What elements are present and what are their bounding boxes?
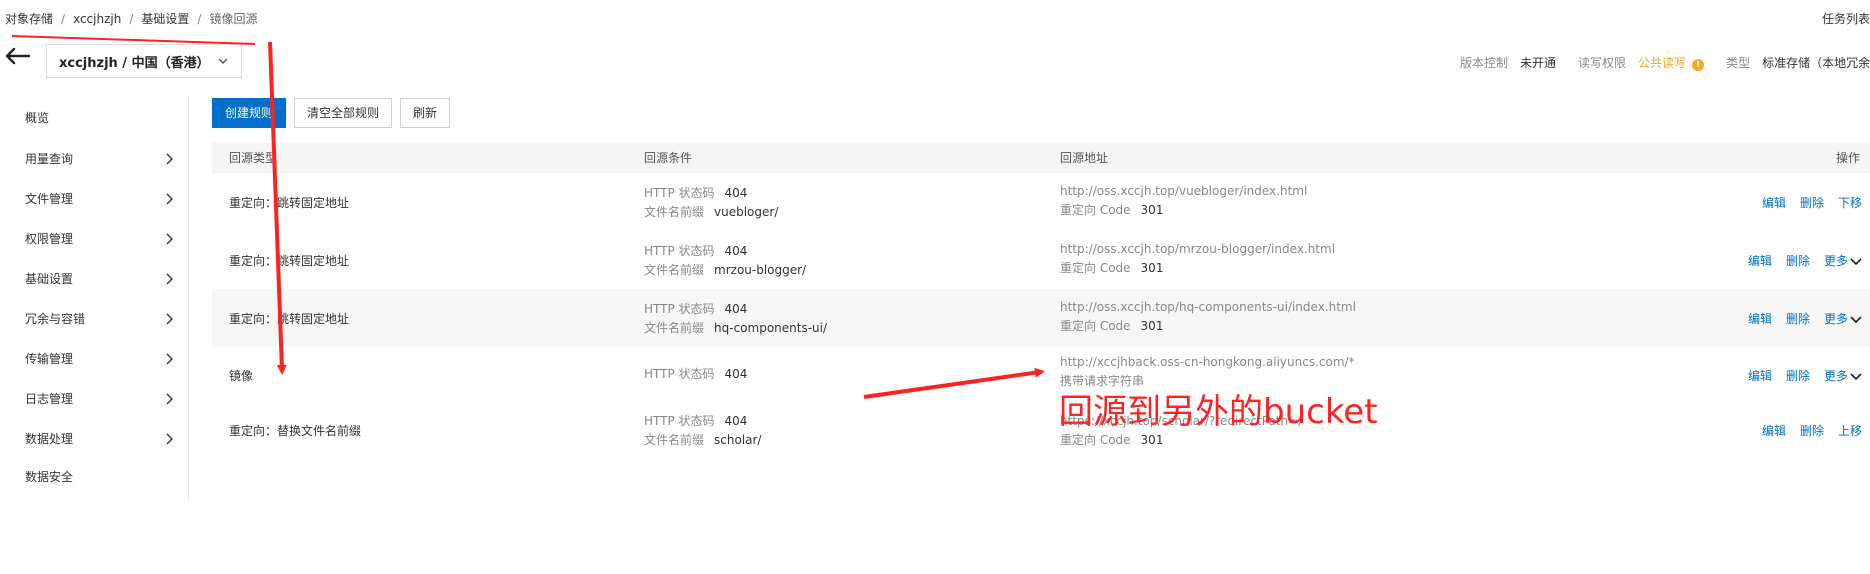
annotation-overlay: [11, 35, 1045, 399]
annotation-underline: [11, 35, 256, 45]
annotation-arrow-right: [863, 367, 1045, 399]
annotation-arrow-down: [268, 41, 287, 375]
annotation-text: 回源到另外的bucket: [1059, 392, 1378, 432]
